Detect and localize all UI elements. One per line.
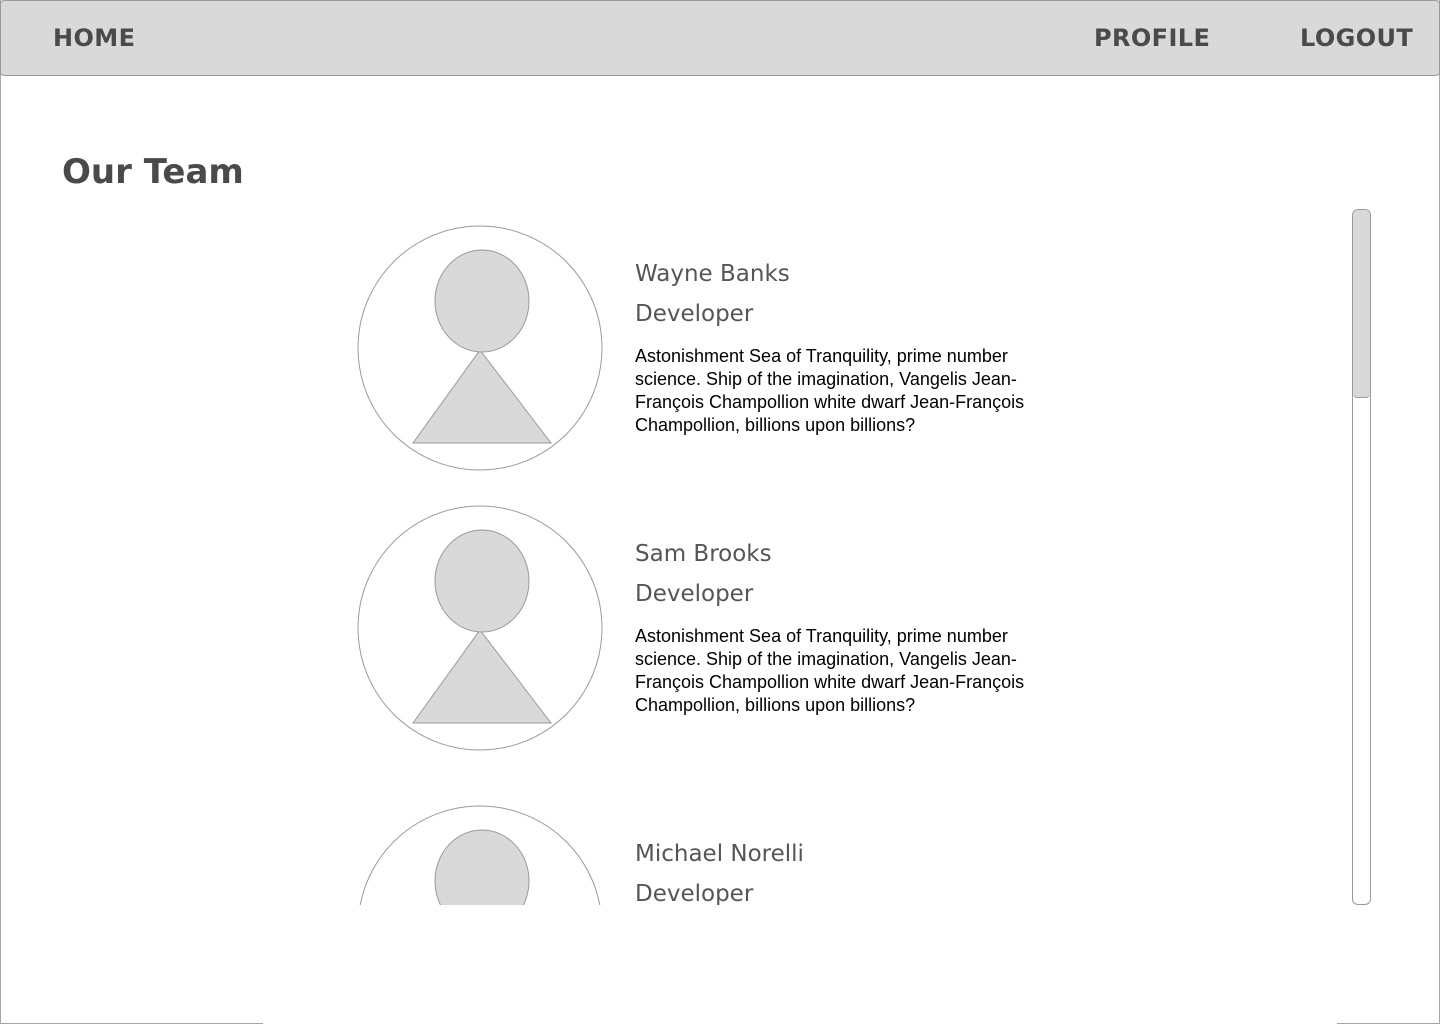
nav-logout-link[interactable]: LOGOUT <box>1300 22 1413 54</box>
team-member-card: Michael Norelli Developer <box>357 804 1077 905</box>
user-placeholder-icon <box>359 805 601 905</box>
page-title: Our Team <box>62 152 244 192</box>
member-name: Michael Norelli <box>635 841 804 867</box>
team-member-card: Sam Brooks Developer Astonishment Sea of… <box>357 504 1077 754</box>
member-role: Developer <box>635 881 754 905</box>
member-role: Developer <box>635 301 754 327</box>
top-nav-bar: HOME PROFILE LOGOUT <box>0 0 1440 76</box>
member-name: Sam Brooks <box>635 541 772 567</box>
member-role: Developer <box>635 581 754 607</box>
team-member-card: Wayne Banks Developer Astonishment Sea o… <box>357 224 1077 474</box>
nav-home-link[interactable]: HOME <box>53 22 135 54</box>
team-list-scrollbar[interactable] <box>1352 209 1371 905</box>
scrollbar-thumb[interactable] <box>1353 210 1370 398</box>
member-bio: Astonishment Sea of Tranquility, prime n… <box>635 626 1025 715</box>
nav-profile-link[interactable]: PROFILE <box>1094 22 1210 54</box>
user-placeholder-icon <box>357 225 603 471</box>
member-bio: Astonishment Sea of Tranquility, prime n… <box>635 346 1025 435</box>
member-name: Wayne Banks <box>635 261 790 287</box>
user-placeholder-icon <box>357 505 603 751</box>
